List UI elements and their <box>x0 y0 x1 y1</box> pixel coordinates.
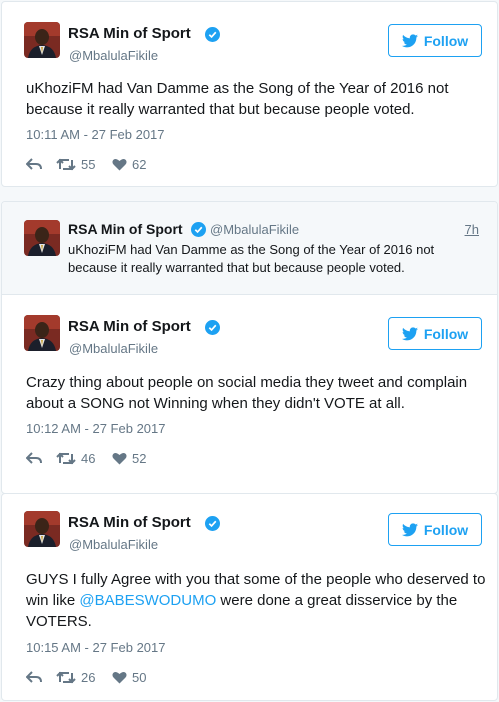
reply-button[interactable] <box>26 157 56 171</box>
tweet-text: uKhoziFM had Van Damme as the Song of th… <box>26 80 449 118</box>
author-handle[interactable]: @MbalulaFikile <box>69 48 158 63</box>
heart-icon <box>112 158 127 170</box>
twitter-bird-icon <box>401 326 418 340</box>
heart-icon <box>112 452 127 464</box>
quoted-avatar[interactable] <box>24 220 60 256</box>
reply-icon <box>26 157 42 170</box>
tweet-card: RSA Min of Sport @MbalulaFikile Follow u… <box>1 1 498 187</box>
tweet-text: GUYS I fully Agree with you that some of… <box>26 569 491 632</box>
tweet-text: Crazy thing about people on social media… <box>26 374 468 412</box>
verified-badge-icon <box>205 516 220 531</box>
retweet-icon <box>56 158 76 170</box>
follow-label: Follow <box>423 325 469 342</box>
quoted-text: uKhoziFM had Van Damme as the Song of th… <box>68 242 435 275</box>
quoted-author-handle[interactable]: @MbalulaFikile <box>210 222 299 237</box>
tweet-timestamp[interactable]: 10:11 AM - 27 Feb 2017 <box>26 127 165 142</box>
twitter-bird-icon <box>401 522 418 536</box>
reply-button[interactable] <box>26 451 56 465</box>
mention-link[interactable]: @BABESWODUMO <box>79 592 216 609</box>
tweet-card: RSA Min of Sport @MbalulaFikile Follow G… <box>1 493 498 701</box>
retweet-count: 26 <box>81 669 96 685</box>
heart-icon <box>112 671 127 683</box>
retweet-icon <box>56 452 76 464</box>
tweet-actions: 55 62 <box>26 155 146 173</box>
tweet-timestamp[interactable]: 10:15 AM - 27 Feb 2017 <box>26 640 165 655</box>
verified-badge-icon <box>205 320 220 335</box>
follow-button[interactable]: Follow <box>388 317 482 350</box>
retweet-button[interactable]: 46 <box>56 451 112 466</box>
like-button[interactable]: 62 <box>112 157 146 172</box>
reply-icon <box>26 451 42 464</box>
like-button[interactable]: 50 <box>112 670 146 685</box>
like-count: 52 <box>132 450 147 466</box>
quoted-author-name[interactable]: RSA Min of Sport <box>68 221 183 237</box>
like-count: 62 <box>132 156 147 172</box>
avatar[interactable] <box>24 315 60 351</box>
quoted-tweet[interactable]: RSA Min of Sport @MbalulaFikile 7h uKhoz… <box>2 202 497 295</box>
avatar[interactable] <box>24 22 60 58</box>
retweet-button[interactable]: 55 <box>56 157 112 172</box>
author-name[interactable]: RSA Min of Sport <box>68 25 191 42</box>
retweet-button[interactable]: 26 <box>56 670 112 685</box>
follow-label: Follow <box>423 32 469 49</box>
like-count: 50 <box>132 669 147 685</box>
quoted-time[interactable]: 7h <box>465 222 479 237</box>
twitter-bird-icon <box>401 33 418 47</box>
tweet-timestamp[interactable]: 10:12 AM - 27 Feb 2017 <box>26 421 165 436</box>
reply-button[interactable] <box>26 670 56 684</box>
tweet-actions: 26 50 <box>26 668 146 686</box>
follow-button[interactable]: Follow <box>388 513 482 546</box>
avatar[interactable] <box>24 511 60 547</box>
follow-label: Follow <box>423 521 469 538</box>
retweet-icon <box>56 671 76 683</box>
reply-icon <box>26 670 42 683</box>
follow-button[interactable]: Follow <box>388 24 482 57</box>
tweet-card: RSA Min of Sport @MbalulaFikile 7h uKhoz… <box>1 201 498 494</box>
like-button[interactable]: 52 <box>112 451 146 466</box>
retweet-count: 55 <box>81 156 96 172</box>
verified-badge-icon <box>191 222 206 237</box>
verified-badge-icon <box>205 27 220 42</box>
author-name[interactable]: RSA Min of Sport <box>68 514 191 531</box>
tweet-actions: 46 52 <box>26 449 146 467</box>
retweet-count: 46 <box>81 450 96 466</box>
author-handle[interactable]: @MbalulaFikile <box>69 341 158 356</box>
author-name[interactable]: RSA Min of Sport <box>68 318 191 335</box>
author-handle[interactable]: @MbalulaFikile <box>69 537 158 552</box>
